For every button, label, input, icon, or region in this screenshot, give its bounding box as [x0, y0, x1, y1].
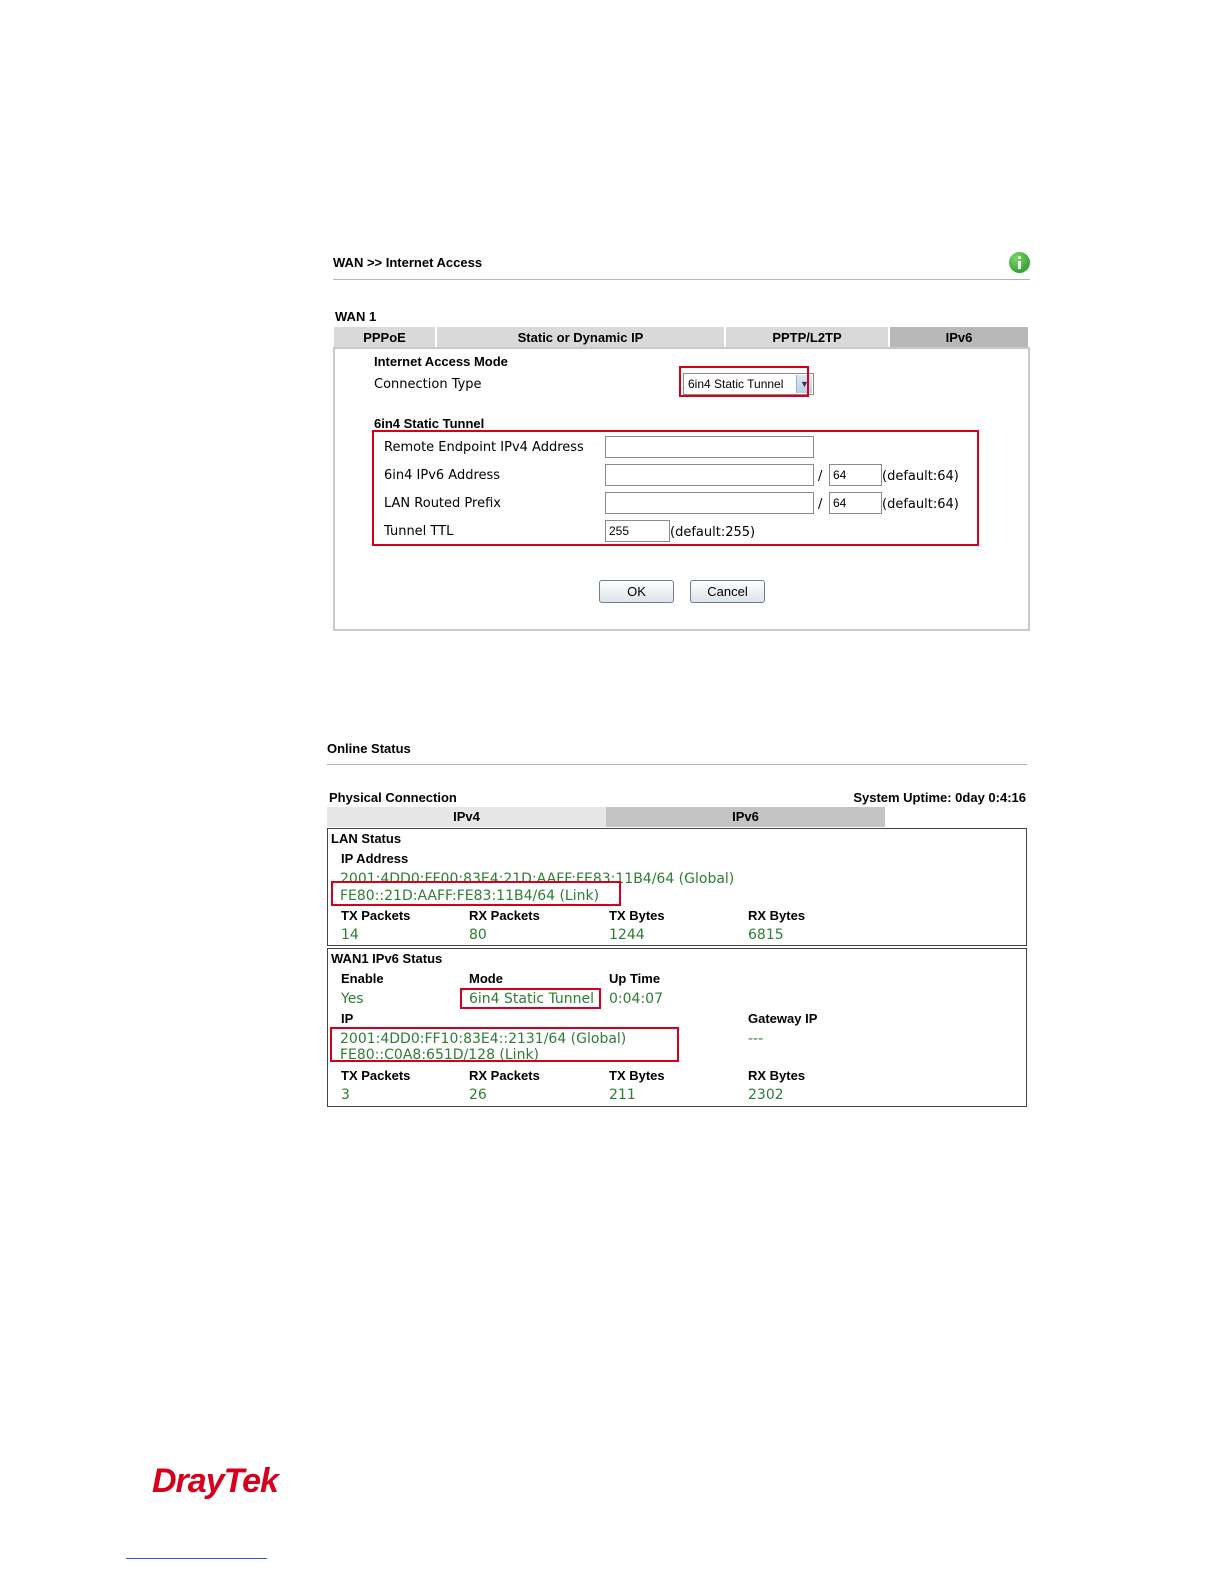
- wan-rx-bytes: 2302: [748, 1087, 784, 1103]
- ipv6-address-label: 6in4 IPv6 Address: [384, 468, 501, 483]
- slash-separator: /: [818, 497, 823, 512]
- tab-status-ipv4[interactable]: IPv4: [327, 807, 606, 827]
- lan-tx-bytes: 1244: [609, 927, 645, 943]
- remote-endpoint-input[interactable]: [605, 436, 814, 458]
- highlight-lan-link-ip: [331, 881, 621, 906]
- lan-tx-packets-header: TX Packets: [341, 908, 411, 923]
- ttl-default-hint: (default:255): [670, 525, 756, 540]
- tunnel-heading: 6in4 Static Tunnel: [374, 416, 485, 431]
- tab-ipv6[interactable]: IPv6: [889, 326, 1029, 348]
- ipv6-address-input[interactable]: [605, 464, 814, 486]
- wan-rx-packets: 26: [469, 1087, 487, 1103]
- wan-gateway-label: Gateway IP: [748, 1011, 818, 1026]
- page-breadcrumb: WAN >> Internet Access: [333, 255, 483, 270]
- wan-tx-packets-header: TX Packets: [341, 1068, 411, 1083]
- lan-rx-packets: 80: [469, 927, 487, 943]
- tab-static-dynamic-ip[interactable]: Static or Dynamic IP: [436, 326, 725, 348]
- wan-tx-bytes: 211: [609, 1087, 636, 1103]
- ipv6-default-hint: (default:64): [882, 469, 959, 484]
- wan-tx-packets: 3: [341, 1087, 350, 1103]
- lan-tx-bytes-header: TX Bytes: [609, 908, 665, 923]
- lan-prefix-input[interactable]: [605, 492, 814, 514]
- wan-enable-header: Enable: [341, 971, 384, 986]
- wan-ip-label: IP: [341, 1011, 354, 1026]
- highlight-wan-mode: [460, 988, 601, 1009]
- draytek-logo: DrayTek: [152, 1462, 279, 1500]
- lan-tx-packets: 14: [341, 927, 359, 943]
- divider: [327, 764, 1027, 765]
- ok-button[interactable]: OK: [599, 580, 674, 603]
- wan-mode-header: Mode: [469, 971, 503, 986]
- lan-rx-bytes-header: RX Bytes: [748, 908, 806, 923]
- tab-pptp-l2tp[interactable]: PPTP/L2TP: [725, 326, 889, 348]
- wan-rx-bytes-header: RX Bytes: [748, 1068, 806, 1083]
- tunnel-ttl-label: Tunnel TTL: [384, 524, 454, 539]
- tab-pppoe[interactable]: PPPoE: [333, 326, 436, 348]
- wan-gateway-value: ---: [748, 1031, 764, 1047]
- lan-default-hint: (default:64): [882, 497, 959, 512]
- wan-tx-bytes-header: TX Bytes: [609, 1068, 665, 1083]
- internet-access-mode-heading: Internet Access Mode: [374, 354, 508, 369]
- info-icon[interactable]: [1009, 252, 1030, 273]
- wan-uptime-value: 0:04:07: [609, 991, 663, 1007]
- lan-rx-packets-header: RX Packets: [469, 908, 540, 923]
- online-status-title: Online Status: [327, 741, 411, 756]
- cancel-button[interactable]: Cancel: [690, 580, 765, 603]
- lan-rx-bytes: 6815: [748, 927, 784, 943]
- tab-status-ipv6[interactable]: IPv6: [606, 807, 885, 827]
- highlight-wan-ip: [330, 1027, 679, 1062]
- wan-enable-value: Yes: [341, 991, 364, 1007]
- highlight-connection-type: [679, 366, 809, 397]
- physical-connection-label: Physical Connection: [329, 790, 457, 805]
- lan-prefix-length-input[interactable]: [829, 492, 882, 514]
- lan-ip-label: IP Address: [341, 851, 409, 866]
- footer-rule: [126, 1558, 267, 1559]
- lan-prefix-label: LAN Routed Prefix: [384, 496, 501, 511]
- slash-separator: /: [818, 469, 823, 484]
- wan-uptime-header: Up Time: [609, 971, 661, 986]
- divider: [333, 279, 1030, 280]
- lan-status-heading: LAN Status: [331, 831, 402, 846]
- connection-type-label: Connection Type: [374, 377, 482, 392]
- ipv6-prefix-length-input[interactable]: [829, 464, 882, 486]
- remote-endpoint-label: Remote Endpoint IPv4 Address: [384, 440, 584, 455]
- system-uptime: System Uptime: 0day 0:4:16: [853, 790, 1026, 805]
- tunnel-ttl-input[interactable]: [605, 520, 670, 542]
- wan-rx-packets-header: RX Packets: [469, 1068, 540, 1083]
- section-title: WAN 1: [335, 309, 377, 324]
- wan-status-heading: WAN1 IPv6 Status: [331, 951, 443, 966]
